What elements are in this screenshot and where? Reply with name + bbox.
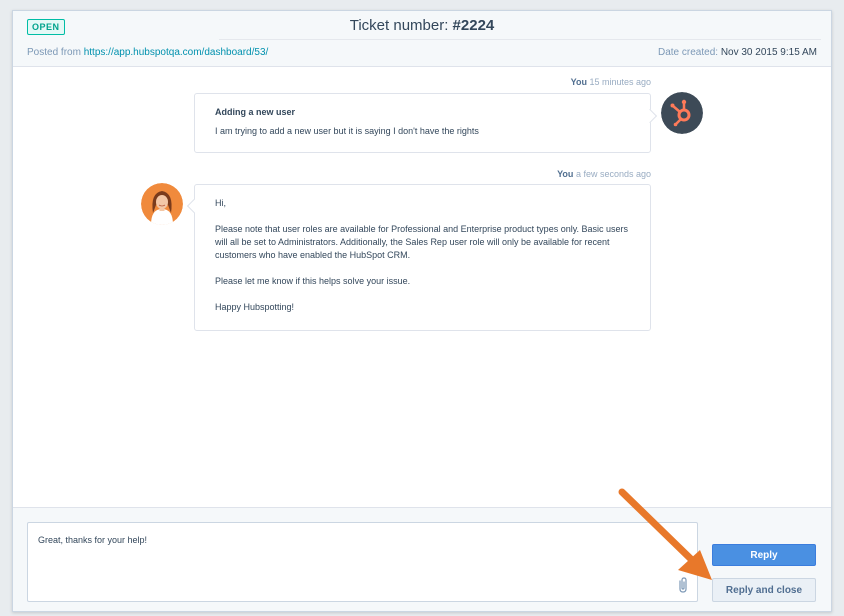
message-subject: Adding a new user (215, 107, 296, 117)
message-author: You (557, 169, 574, 179)
message-author: You (570, 77, 587, 87)
ticket-window: OPEN Ticket number: #2224 Posted from ht… (12, 10, 832, 612)
reply-and-close-button[interactable]: Reply and close (712, 578, 816, 602)
message-meta: You a few seconds ago (413, 169, 651, 179)
reply-button[interactable]: Reply (712, 544, 816, 566)
message-paragraph: Hi, (215, 198, 226, 208)
page-title: Ticket number: #2224 (13, 17, 831, 34)
message-body: I am trying to add a new user but it is … (215, 126, 479, 136)
paperclip-icon[interactable] (677, 576, 689, 594)
agent-photo-icon (141, 183, 183, 225)
message-meta: You 15 minutes ago (413, 77, 651, 87)
ticket-header: OPEN Ticket number: #2224 Posted from ht… (13, 11, 831, 67)
reply-input[interactable]: Great, thanks for your help! (27, 522, 698, 602)
message-bubble: Adding a new user I am trying to add a n… (194, 93, 651, 153)
date-created-value: Nov 30 2015 9:15 AM (720, 47, 817, 58)
posted-from: Posted from https://app.hubspotqa.com/da… (27, 47, 268, 58)
hubspot-logo-avatar (661, 92, 703, 134)
ticket-title-prefix: Ticket number: (349, 17, 453, 34)
agent-avatar (141, 183, 183, 225)
header-divider (219, 39, 821, 40)
message-bubble: Hi, Please note that user roles are avai… (194, 184, 651, 331)
message-paragraph: Please let me know if this helps solve y… (215, 276, 411, 286)
message-time: 15 minutes ago (586, 77, 651, 87)
hubspot-logo-icon (661, 92, 703, 134)
posted-from-label: Posted from (27, 47, 84, 58)
posted-from-link[interactable]: https://app.hubspotqa.com/dashboard/53/ (84, 47, 269, 58)
message-time: a few seconds ago (573, 169, 651, 179)
date-created-label: Date created: (658, 47, 721, 58)
composer-area: Great, thanks for your help! Reply Reply… (13, 507, 831, 611)
message-thread: You 15 minutes ago Adding a new user I a… (13, 67, 831, 507)
message-paragraph: Happy Hubspotting! (215, 302, 295, 312)
message-paragraph: Please note that user roles are availabl… (215, 224, 629, 260)
ticket-number: #2224 (452, 17, 495, 34)
date-created: Date created: Nov 30 2015 9:15 AM (658, 47, 817, 58)
